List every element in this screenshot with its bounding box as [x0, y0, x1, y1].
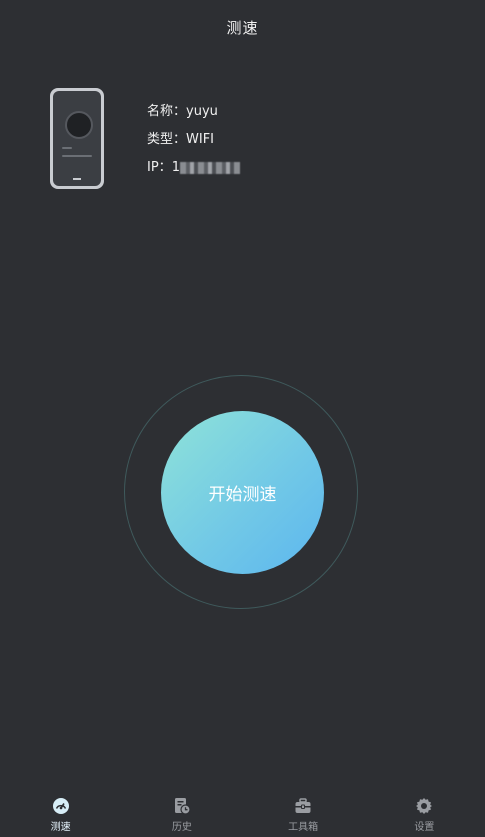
phone-text-line: [62, 155, 92, 157]
tab-toolbox[interactable]: 工具箱: [243, 797, 364, 837]
phone-illustration: [50, 88, 104, 189]
device-type-label: 类型：: [147, 132, 187, 147]
page-title: 测速: [226, 19, 259, 37]
speed-test-screen: 测速 名称：yuyu 类型：WIFI IP：1 开始测速 测速 历史 工具箱 设…: [0, 0, 485, 837]
device-info: 名称：yuyu 类型：WIFI IP：1: [147, 103, 240, 187]
bottom-tab-bar: 测速 历史 工具箱 设置: [0, 797, 485, 837]
tab-speed-test[interactable]: 测速: [0, 797, 121, 837]
tab-label: 设置: [414, 822, 435, 833]
phone-home-indicator: [73, 178, 81, 180]
tab-label: 测速: [50, 822, 71, 833]
tab-label: 历史: [171, 822, 192, 833]
device-ip-row: IP：1: [147, 159, 240, 187]
tab-settings[interactable]: 设置: [364, 797, 485, 837]
device-ip-redacted: [179, 161, 240, 174]
toolbox-icon: [295, 798, 311, 813]
device-type-row: 类型：WIFI: [147, 131, 240, 159]
history-icon: [174, 798, 191, 815]
tab-history[interactable]: 历史: [121, 797, 242, 837]
tab-label: 工具箱: [288, 822, 319, 833]
speedometer-dial-icon: [65, 111, 93, 139]
device-name-label: 名称：: [147, 104, 187, 119]
phone-text-line: [62, 147, 72, 149]
speedometer-icon: [52, 798, 69, 814]
gear-icon: [416, 798, 433, 814]
device-name-value: yuyu: [186, 104, 218, 119]
phone-screen: [53, 91, 101, 186]
device-type-value: WIFI: [186, 132, 215, 147]
device-name-row: 名称：yuyu: [147, 103, 240, 131]
device-ip-label: IP：: [147, 160, 172, 175]
start-speed-test-label: 开始测速: [208, 485, 277, 505]
start-speed-test-button[interactable]: 开始测速: [161, 411, 324, 574]
device-ip-prefix: 1: [171, 160, 180, 175]
